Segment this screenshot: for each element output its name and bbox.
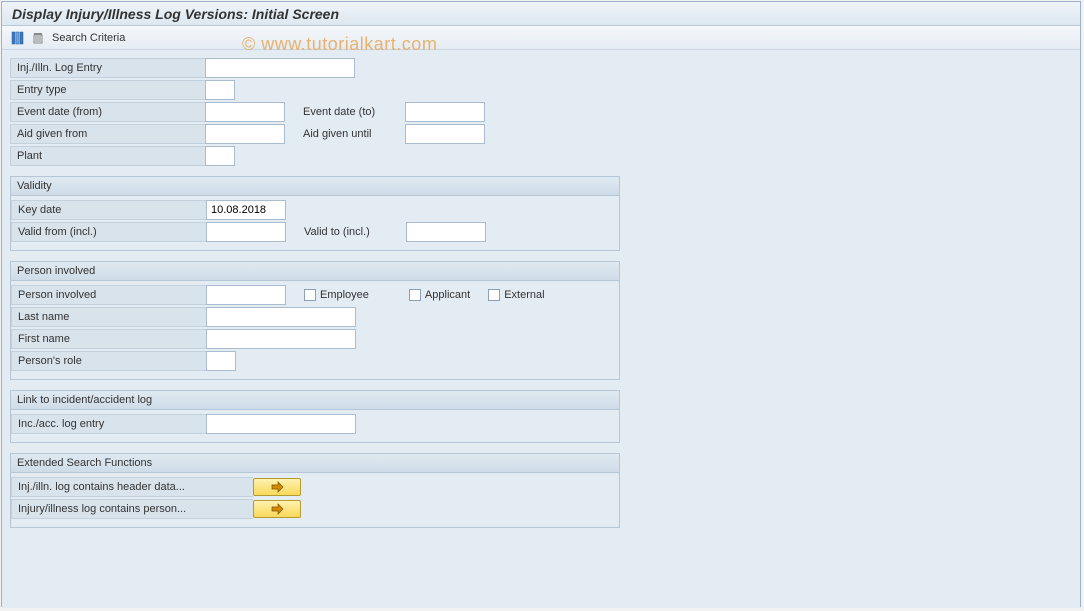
event-to-label: Event date (to) <box>285 106 405 118</box>
event-from-label: Event date (from) <box>10 102 205 122</box>
valid-to-label: Valid to (incl.) <box>286 226 406 238</box>
person-title: Person involved <box>11 262 619 281</box>
ext-header-button[interactable] <box>253 478 301 496</box>
valid-from-label: Valid from (incl.) <box>11 222 206 242</box>
link-title: Link to incident/accident log <box>11 391 619 410</box>
event-to-input[interactable] <box>405 102 485 122</box>
employee-checkbox[interactable]: Employee <box>304 289 369 301</box>
ext-person-label: Injury/illness log contains person... <box>11 499 253 519</box>
toolbar: Search Criteria <box>2 26 1080 50</box>
ext-person-button[interactable] <box>253 500 301 518</box>
aid-until-label: Aid given until <box>285 128 405 140</box>
aid-until-input[interactable] <box>405 124 485 144</box>
entry-type-input[interactable] <box>205 80 235 100</box>
plant-label: Plant <box>10 146 205 166</box>
aid-from-label: Aid given from <box>10 124 205 144</box>
choose-columns-icon[interactable] <box>10 30 26 46</box>
valid-to-input[interactable] <box>406 222 486 242</box>
page-title: Display Injury/Illness Log Versions: Ini… <box>2 2 1080 26</box>
inj-log-entry-label: Inj./Illn. Log Entry <box>10 58 205 78</box>
valid-from-input[interactable] <box>206 222 286 242</box>
key-date-label: Key date <box>11 200 206 220</box>
top-criteria: Inj./Illn. Log Entry Entry type Event da… <box>10 58 620 166</box>
last-name-input[interactable] <box>206 307 356 327</box>
checkbox-box-icon <box>304 289 316 301</box>
extended-search-group: Extended Search Functions Inj./illn. log… <box>10 453 620 528</box>
person-involved-input[interactable] <box>206 285 286 305</box>
person-group: Person involved Person involved Employee… <box>10 261 620 380</box>
plant-input[interactable] <box>205 146 235 166</box>
search-criteria-label[interactable]: Search Criteria <box>52 32 125 44</box>
entry-type-label: Entry type <box>10 80 205 100</box>
extended-search-title: Extended Search Functions <box>11 454 619 473</box>
external-checkbox[interactable]: External <box>488 289 544 301</box>
arrow-right-icon <box>270 503 284 515</box>
container-icon[interactable] <box>30 30 46 46</box>
employee-label: Employee <box>320 289 369 301</box>
applicant-checkbox[interactable]: Applicant <box>409 289 470 301</box>
first-name-label: First name <box>11 329 206 349</box>
ext-header-label: Inj./illn. log contains header data... <box>11 477 253 497</box>
person-involved-label: Person involved <box>11 285 206 305</box>
person-role-label: Person's role <box>11 351 206 371</box>
key-date-input[interactable] <box>206 200 286 220</box>
link-group: Link to incident/accident log Inc./acc. … <box>10 390 620 443</box>
inj-log-entry-input[interactable] <box>205 58 355 78</box>
last-name-label: Last name <box>11 307 206 327</box>
validity-title: Validity <box>11 177 619 196</box>
arrow-right-icon <box>270 481 284 493</box>
first-name-input[interactable] <box>206 329 356 349</box>
external-label: External <box>504 289 544 301</box>
person-role-input[interactable] <box>206 351 236 371</box>
applicant-label: Applicant <box>425 289 470 301</box>
checkbox-box-icon <box>488 289 500 301</box>
event-from-input[interactable] <box>205 102 285 122</box>
inc-acc-entry-label: Inc./acc. log entry <box>11 414 206 434</box>
checkbox-box-icon <box>409 289 421 301</box>
inc-acc-entry-input[interactable] <box>206 414 356 434</box>
validity-group: Validity Key date Valid from (incl.) Val… <box>10 176 620 251</box>
aid-from-input[interactable] <box>205 124 285 144</box>
